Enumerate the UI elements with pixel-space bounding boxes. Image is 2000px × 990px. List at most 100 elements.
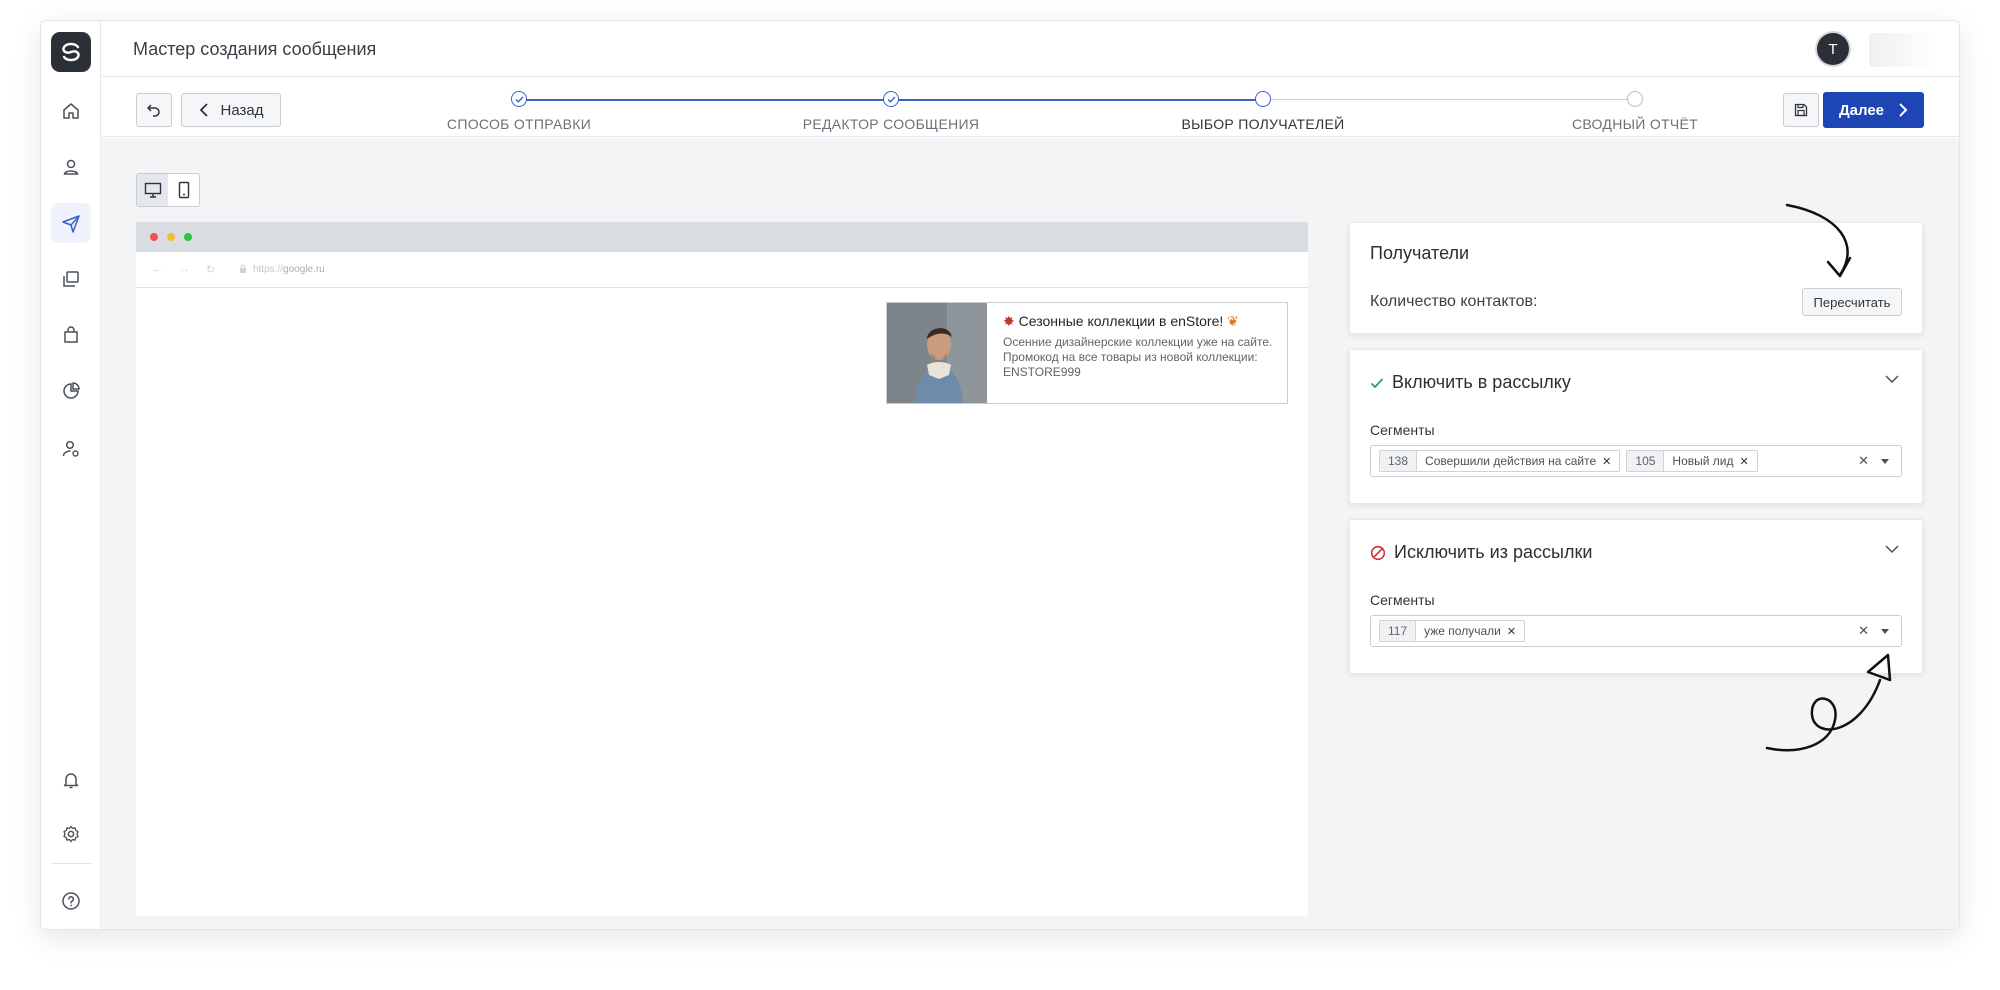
- segment-count: 138: [1380, 451, 1418, 471]
- popup-preview: ✸ Сезонные коллекции в enStore! ❦ Осенни…: [886, 302, 1288, 404]
- remove-tag-icon[interactable]: ✕: [1507, 625, 1516, 638]
- popup-text: Осенние дизайнерские коллекции уже на са…: [1003, 335, 1273, 379]
- exclude-segments-label: Сегменты: [1370, 592, 1435, 608]
- popup-image: [887, 303, 987, 403]
- next-label: Далее: [1838, 101, 1885, 119]
- reload-icon: ↻: [206, 264, 216, 276]
- segment-name: уже получали: [1424, 624, 1501, 638]
- chevron-left-icon: [199, 103, 208, 117]
- chevron-down-icon[interactable]: [1884, 374, 1900, 384]
- copy-icon[interactable]: [51, 259, 91, 299]
- step-connector: [1263, 99, 1635, 100]
- exclude-card: Исключить из рассылки Сегменты 117 уже п…: [1349, 519, 1923, 674]
- next-button[interactable]: Далее: [1823, 92, 1924, 128]
- browser-preview: ← → ↻ https://google.ru ✸ Сезонные колле…: [136, 222, 1308, 916]
- recalculate-button[interactable]: Пересчитать: [1802, 288, 1902, 316]
- step-1-label[interactable]: СПОСОБ ОТПРАВКИ: [447, 116, 591, 132]
- user-settings-icon[interactable]: [51, 429, 91, 469]
- wizard-bar: Назад СПОСОБ ОТПРАВКИ РЕДАКТОР СООБЩЕНИЯ…: [101, 77, 1959, 137]
- lock-icon: [240, 264, 246, 273]
- arrow-right-icon: →: [179, 263, 190, 275]
- home-icon[interactable]: [51, 91, 91, 131]
- exclude-segments-select[interactable]: 117 уже получали ✕ ✕: [1370, 615, 1902, 647]
- avatar[interactable]: T: [1817, 33, 1849, 65]
- undo-icon: [147, 104, 160, 117]
- step-2-dot[interactable]: [883, 91, 899, 107]
- pie-chart-icon[interactable]: [51, 371, 91, 411]
- mobile-view-button[interactable]: [168, 174, 199, 206]
- save-draft-button[interactable]: [1783, 93, 1819, 127]
- check-icon: [515, 96, 524, 103]
- clear-icon[interactable]: ✕: [1858, 623, 1869, 639]
- step-3-dot[interactable]: [1255, 91, 1271, 107]
- chevron-right-icon: [1899, 103, 1908, 117]
- leaves-icon: ❦: [1227, 313, 1239, 329]
- dropdown-caret-icon[interactable]: [1881, 629, 1889, 634]
- close-dot: [150, 233, 158, 241]
- send-icon[interactable]: [51, 203, 91, 243]
- back-button[interactable]: Назад: [181, 93, 281, 127]
- app-logo[interactable]: [51, 32, 91, 72]
- segment-tag: 138 Совершили действия на сайте ✕: [1379, 450, 1621, 472]
- segment-count: 105: [1627, 451, 1665, 471]
- undo-button[interactable]: [136, 93, 172, 127]
- app-window: Мастер создания сообщения T Назад СПОСОБ…: [40, 20, 1960, 930]
- browser-titlebar: [136, 222, 1308, 252]
- exclude-header[interactable]: Исключить из рассылки: [1370, 542, 1592, 563]
- remove-tag-icon[interactable]: ✕: [1740, 455, 1749, 468]
- chevron-down-icon[interactable]: [1884, 544, 1900, 554]
- arrow-left-icon: ←: [152, 263, 163, 275]
- browser-address-bar: ← → ↻ https://google.ru: [136, 252, 1308, 288]
- contacts-count-label: Количество контактов:: [1370, 293, 1538, 310]
- include-segments-label: Сегменты: [1370, 422, 1435, 438]
- sidebar: [41, 21, 101, 929]
- check-icon: [1370, 377, 1384, 388]
- page-title: Мастер создания сообщения: [133, 39, 377, 59]
- exclude-title: Исключить из рассылки: [1394, 542, 1593, 562]
- step-2-label[interactable]: РЕДАКТОР СООБЩЕНИЯ: [803, 116, 980, 132]
- popup-title-text: Сезонные коллекции в enStore!: [1018, 313, 1224, 329]
- segment-tag: 105 Новый лид ✕: [1626, 450, 1758, 472]
- remove-tag-icon[interactable]: ✕: [1602, 455, 1611, 468]
- clear-icon[interactable]: ✕: [1858, 453, 1869, 469]
- include-card: Включить в рассылку Сегменты 138 Соверши…: [1349, 349, 1923, 504]
- include-segments-select[interactable]: 138 Совершили действия на сайте ✕ 105 Нов…: [1370, 445, 1902, 477]
- bag-icon[interactable]: [51, 315, 91, 355]
- user-icon[interactable]: [51, 147, 91, 187]
- block-icon: [1370, 545, 1386, 560]
- sidebar-divider: [51, 863, 91, 864]
- maple-leaf-icon: ✸: [1003, 313, 1015, 329]
- recipients-title: Получатели: [1370, 243, 1470, 263]
- header: Мастер создания сообщения T: [101, 21, 1959, 77]
- minimize-dot: [167, 233, 175, 241]
- user-menu[interactable]: [1869, 33, 1939, 67]
- include-header[interactable]: Включить в рассылку: [1370, 372, 1571, 393]
- include-title: Включить в рассылку: [1392, 372, 1571, 392]
- mobile-icon: [178, 181, 189, 199]
- segment-name: Новый лид: [1672, 454, 1734, 468]
- step-4-dot[interactable]: [1627, 91, 1643, 107]
- desktop-view-button[interactable]: [137, 174, 168, 206]
- desktop-icon: [144, 182, 161, 198]
- maximize-dot: [184, 233, 192, 241]
- popup-title: ✸ Сезонные коллекции в enStore! ❦: [1003, 313, 1273, 330]
- gear-icon[interactable]: [51, 814, 91, 854]
- recipients-card: Получатели Количество контактов: Пересчи…: [1349, 222, 1923, 334]
- step-connector: [519, 99, 891, 101]
- step-4-label[interactable]: СВОДНЫЙ ОТЧЁТ: [1572, 116, 1698, 132]
- floppy-icon: [1794, 103, 1808, 117]
- check-icon: [887, 96, 896, 103]
- bell-icon[interactable]: [51, 760, 91, 800]
- device-toggle: [136, 173, 200, 207]
- help-icon[interactable]: [51, 881, 91, 921]
- back-label: Назад: [220, 101, 264, 119]
- segment-count: 117: [1380, 621, 1417, 641]
- segment-tag: 117 уже получали ✕: [1379, 620, 1526, 642]
- browser-url: https://google.ru: [239, 264, 325, 275]
- main-content: ← → ↻ https://google.ru ✸ Сезонные колле…: [101, 138, 1959, 929]
- url-host: google.ru: [283, 264, 325, 275]
- dropdown-caret-icon[interactable]: [1881, 459, 1889, 464]
- step-1-dot[interactable]: [511, 91, 527, 107]
- url-prefix: https://: [253, 264, 284, 275]
- step-3-label[interactable]: ВЫБОР ПОЛУЧАТЕЛЕЙ: [1182, 116, 1345, 132]
